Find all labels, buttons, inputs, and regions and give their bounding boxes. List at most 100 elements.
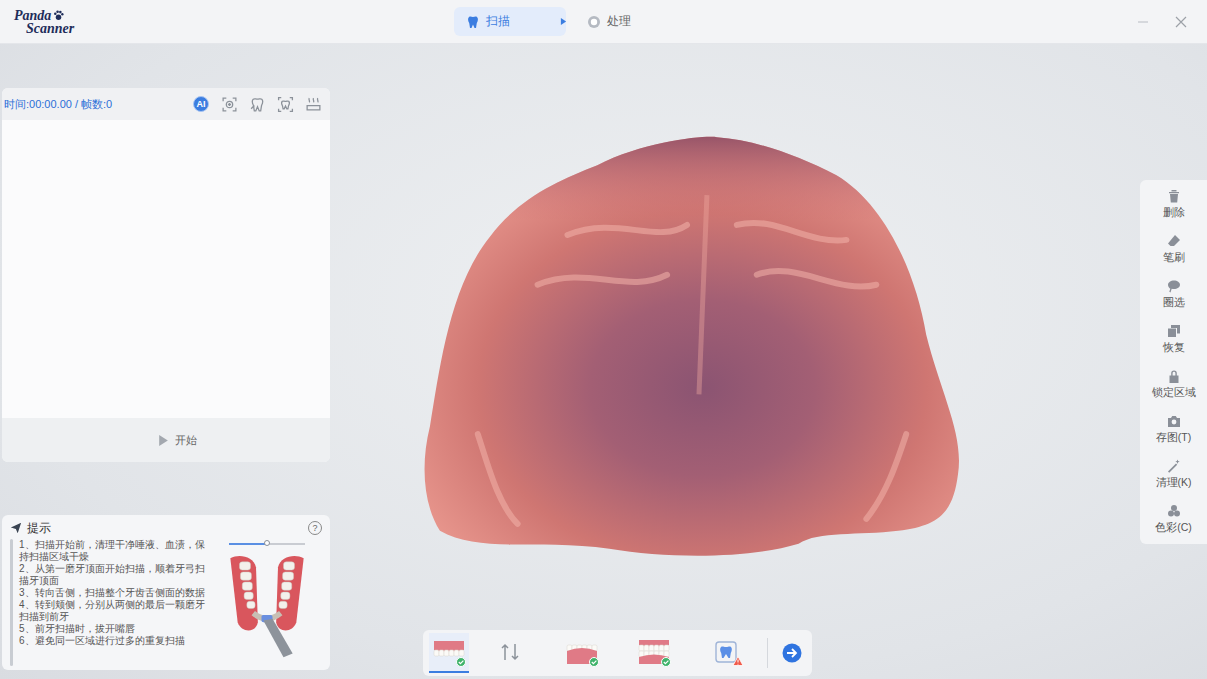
frame-preview — [2, 120, 330, 418]
tooth-icon — [249, 96, 266, 113]
tool-label: 清理(K) — [1156, 476, 1192, 490]
minimize-icon[interactable] — [1137, 16, 1149, 28]
lock-icon — [1166, 368, 1182, 384]
tool-button[interactable]: 色彩(C) — [1140, 497, 1207, 542]
process-icon — [587, 15, 601, 29]
wand-icon — [1166, 458, 1182, 474]
divider — [767, 638, 768, 668]
paw-icon — [53, 10, 64, 21]
focus-icon — [221, 96, 238, 113]
tool-bar: 删除笔刷圈选恢复锁定区域存图(T) 清理(K) 色彩(C) — [1140, 180, 1207, 544]
tool-label: 色彩(C) — [1155, 521, 1192, 535]
scan-tool[interactable] — [220, 95, 238, 113]
scan-status: 时间:00:00.00 / 帧数:0 — [4, 97, 112, 112]
jaw-button[interactable] — [623, 633, 685, 673]
scan-tool[interactable]: AI — [192, 95, 210, 113]
ai-icon: AI — [193, 96, 209, 112]
scan-tools: AI — [192, 95, 322, 113]
tooth-frame-icon — [277, 96, 294, 113]
upper-jaw-icon — [431, 637, 467, 667]
palette-icon — [1166, 503, 1182, 519]
scan-footer: 开始 — [2, 418, 330, 462]
tool-button[interactable]: 恢复 — [1140, 317, 1207, 362]
hint-illustration — [211, 539, 322, 666]
hint-header: 提示? — [10, 519, 322, 537]
tooth-icon — [466, 15, 480, 29]
scan-tool[interactable] — [304, 95, 322, 113]
tool-label: 笔刷 — [1163, 251, 1185, 265]
tool-label: 存图(T) — [1156, 431, 1191, 445]
palate-scan-model[interactable] — [418, 135, 966, 559]
scan-tool[interactable] — [276, 95, 294, 113]
arrow-icon — [560, 17, 567, 26]
tool-label: 恢复 — [1163, 341, 1185, 355]
jaw-button[interactable] — [429, 633, 469, 673]
hint-item: 1、扫描开始前，清理干净唾液、血渍，保持扫描区域干燥 — [19, 539, 205, 563]
hint-item: 6、避免同一区域进行过多的重复扫描 — [19, 635, 205, 647]
brush-icon — [1166, 233, 1182, 249]
title-bar: PandaScanner 扫描 处理 — [0, 0, 1207, 44]
scan-panel: 时间:00:00.00 / 帧数:0 AI 开始 — [2, 88, 330, 462]
jaw-button[interactable] — [695, 633, 757, 673]
hint-panel: 提示? 1、扫描开始前，清理干净唾液、血渍，保持扫描区域干燥2、从第一磨牙顶面开始… — [2, 515, 330, 670]
restore-icon — [1166, 323, 1182, 339]
step-tab[interactable]: 处理 — [575, 7, 647, 36]
arrow-right-icon — [782, 643, 802, 663]
window-controls — [1137, 16, 1187, 28]
tool-button[interactable]: 存图(T) — [1140, 407, 1207, 452]
check-jaw-icon — [708, 637, 744, 667]
tool-button[interactable]: 锁定区域 — [1140, 362, 1207, 407]
lower-jaw-icon — [564, 637, 600, 667]
close-icon[interactable] — [1175, 16, 1187, 28]
hint-body: 1、扫描开始前，清理干净唾液、血渍，保持扫描区域干燥2、从第一磨牙顶面开始扫描，… — [10, 537, 322, 666]
step-nav: 扫描 处理 — [454, 7, 647, 36]
jaw-bar — [423, 630, 812, 676]
tool-label: 删除 — [1163, 206, 1185, 220]
hint-list: 1、扫描开始前，清理干净唾液、血渍，保持扫描区域干燥2、从第一磨牙顶面开始扫描，… — [19, 539, 205, 666]
send-icon — [10, 522, 22, 534]
trash-icon — [1166, 188, 1182, 204]
start-label: 开始 — [175, 433, 197, 448]
bite-jaw-icon — [636, 637, 672, 667]
hint-slider[interactable] — [229, 543, 305, 545]
scan-tool[interactable] — [248, 95, 266, 113]
model-area — [330, 44, 1140, 630]
step-tab[interactable]: 扫描 — [454, 7, 566, 36]
slider-thumb[interactable] — [264, 540, 270, 546]
jaw-button[interactable] — [479, 633, 541, 673]
heat-icon — [305, 96, 322, 113]
workspace: 时间:00:00.00 / 帧数:0 AI 开始提示? 1、扫描开始前，清理干净唾液、… — [0, 44, 1207, 679]
hint-item: 3、转向舌侧，扫描整个牙齿舌侧面的数据 — [19, 587, 205, 599]
jaw-bar-row — [330, 630, 1140, 679]
next-button[interactable] — [778, 643, 806, 663]
hint-item: 4、转到颊侧，分别从两侧的最后一颗磨牙扫描到前牙 — [19, 599, 205, 623]
hint-item: 2、从第一磨牙顶面开始扫描，顺着牙弓扫描牙顶面 — [19, 563, 205, 587]
help-button[interactable]: ? — [308, 521, 322, 535]
hint-title: 提示 — [27, 520, 51, 537]
hint-item: 5、前牙扫描时，拔开嘴唇 — [19, 623, 205, 635]
scroll-bar[interactable] — [10, 539, 13, 666]
slider-fill — [229, 543, 267, 545]
start-button[interactable]: 开始 — [128, 429, 205, 452]
logo-text: Scanner — [14, 22, 454, 35]
tool-label: 圈选 — [1163, 296, 1185, 310]
scan-header: 时间:00:00.00 / 帧数:0 AI — [2, 88, 330, 120]
left-column: 时间:00:00.00 / 帧数:0 AI 开始提示? 1、扫描开始前，清理干净唾液、… — [0, 44, 330, 679]
logo: PandaScanner — [14, 9, 454, 35]
play-icon — [158, 434, 169, 447]
camera-icon — [1166, 413, 1182, 429]
lasso-icon — [1166, 278, 1182, 294]
jaw-scan-icon — [221, 549, 313, 659]
tool-button[interactable]: 清理(K) — [1140, 452, 1207, 497]
step-label: 扫描 — [486, 13, 510, 30]
step-label: 处理 — [607, 13, 631, 30]
scanner-window: PandaScanner 扫描 处理时间:00:00.00 / 帧数:0 AI 开始提示… — [0, 0, 1207, 679]
tool-button[interactable]: 删除 — [1140, 182, 1207, 227]
logo-text: Panda — [14, 9, 51, 22]
viewport[interactable] — [330, 44, 1140, 679]
tool-button[interactable]: 圈选 — [1140, 272, 1207, 317]
tool-label: 锁定区域 — [1152, 386, 1196, 400]
tool-button[interactable]: 笔刷 — [1140, 227, 1207, 272]
swap-jaw-icon — [492, 637, 528, 667]
jaw-button[interactable] — [551, 633, 613, 673]
